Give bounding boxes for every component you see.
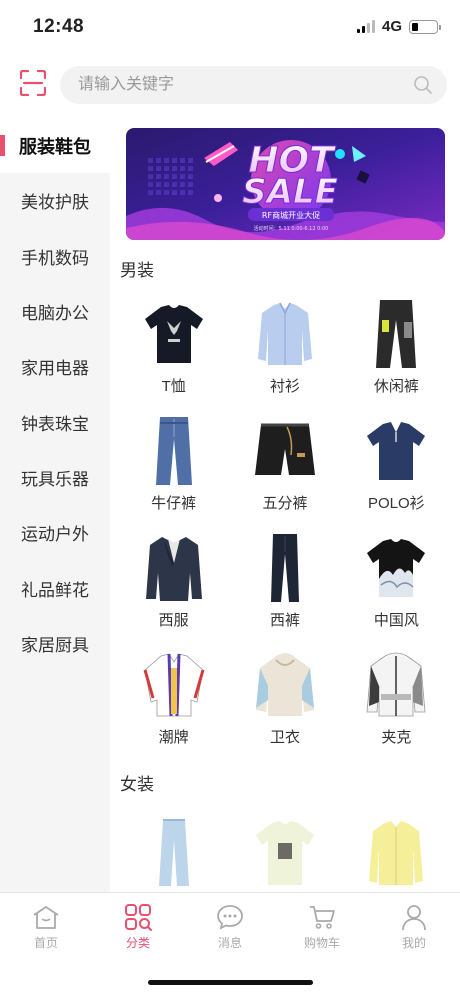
shirt-icon xyxy=(248,298,322,370)
sidebar-item-computers-office[interactable]: 电脑办公 xyxy=(0,284,110,339)
sidebar-item-label: 手机数码 xyxy=(21,248,89,268)
sidebar-item-clothing-bags[interactable]: 服装鞋包 xyxy=(0,118,110,174)
category-item-label: 卫衣 xyxy=(269,729,300,746)
category-item-label: 衬衫 xyxy=(269,378,300,395)
promo-banner[interactable]: HOT SALE RF商城开业大促 活动时间：5.11 0:00-6.12 0:… xyxy=(126,128,445,240)
category-item-shorts[interactable]: 五分裤 xyxy=(229,415,340,518)
network-label: 4G xyxy=(381,18,402,35)
jeans-icon xyxy=(137,415,211,487)
category-item-label: 中国风 xyxy=(373,612,419,629)
sidebar-item-label: 礼品鲜花 xyxy=(21,580,89,600)
tab-label: 首页 xyxy=(33,936,58,950)
section-title-men: 男装 xyxy=(120,261,154,280)
banner-date: 活动时间：5.11 0:00-6.12 0:00 xyxy=(254,225,329,232)
category-item-women-shirt[interactable] xyxy=(341,814,452,892)
search-icon[interactable] xyxy=(413,75,433,95)
category-item-polo[interactable]: POLO衫 xyxy=(341,415,452,518)
sidebar-item-label: 运动户外 xyxy=(21,525,89,545)
women-category-grid xyxy=(118,814,452,892)
search-header xyxy=(0,60,460,110)
profile-icon xyxy=(402,905,426,931)
section-title-women: 女装 xyxy=(120,775,154,794)
category-item-shirt[interactable]: 衬衫 xyxy=(229,298,340,401)
category-item-label: 西裤 xyxy=(269,612,300,629)
suit-icon xyxy=(137,532,211,604)
scan-icon[interactable] xyxy=(20,70,46,96)
trendy-jacket-icon xyxy=(137,649,211,721)
cart-icon xyxy=(310,906,335,929)
women-shirt-icon xyxy=(359,814,433,886)
battery-icon xyxy=(409,19,441,34)
banner-subtitle: RF商城开业大促 xyxy=(262,210,320,220)
hot-sale-banner-graphic: HOT SALE RF商城开业大促 活动时间：5.11 0:00-6.12 0:… xyxy=(126,128,445,240)
category-item-trendy-brand[interactable]: 潮牌 xyxy=(118,649,229,752)
category-item-tshirt[interactable]: T恤 xyxy=(118,298,229,401)
status-bar: 12:48 4G xyxy=(0,0,460,56)
polo-icon xyxy=(359,415,433,487)
women-jeans-icon xyxy=(137,814,211,886)
category-item-label: 休闲裤 xyxy=(373,378,419,395)
shorts-icon xyxy=(248,415,322,487)
category-item-women-jeans[interactable] xyxy=(118,814,229,892)
signal-icon xyxy=(356,20,375,33)
home-icon xyxy=(33,906,59,929)
sidebar-item-toys-instruments[interactable]: 玩具乐器 xyxy=(0,450,110,505)
category-item-label: 牛仔裤 xyxy=(151,495,197,512)
women-tee-icon xyxy=(248,814,322,886)
trousers-icon xyxy=(248,532,322,604)
tab-profile[interactable]: 我的 xyxy=(368,893,460,996)
casual-pants-icon xyxy=(359,298,433,370)
category-item-label: 潮牌 xyxy=(158,729,189,746)
sidebar-item-label: 美妆护肤 xyxy=(21,193,89,213)
sidebar-item-watches-jewelry[interactable]: 钟表珠宝 xyxy=(0,394,110,449)
hoodie-icon xyxy=(248,649,322,721)
category-item-label: 五分裤 xyxy=(262,495,308,512)
sidebar-item-label: 钟表珠宝 xyxy=(21,414,89,434)
sidebar-item-phones-digital[interactable]: 手机数码 xyxy=(0,229,110,284)
category-sidebar: 服装鞋包 美妆护肤 手机数码 电脑办公 家用电器 钟表珠宝 玩具乐器 运动户外 … xyxy=(0,118,110,892)
sidebar-item-home-kitchen[interactable]: 家居厨具 xyxy=(0,616,110,671)
chinese-style-tee-icon xyxy=(359,532,433,604)
tab-label: 我的 xyxy=(401,936,426,950)
category-icon xyxy=(125,904,152,931)
category-item-casual-pants[interactable]: 休闲裤 xyxy=(341,298,452,401)
tab-home[interactable]: 首页 xyxy=(0,893,92,996)
category-item-label: 夹克 xyxy=(381,729,412,746)
men-category-grid: T恤 衬衫 休闲裤 牛仔裤 五分裤 POLO衫 西服 西裤 中国风 潮牌 卫衣 … xyxy=(118,298,452,752)
category-item-hoodie[interactable]: 卫衣 xyxy=(229,649,340,752)
category-item-chinese-style[interactable]: 中国风 xyxy=(341,532,452,635)
search-bar[interactable] xyxy=(60,66,447,104)
sidebar-item-sports-outdoor[interactable]: 运动户外 xyxy=(0,505,110,560)
sidebar-item-label: 玩具乐器 xyxy=(21,469,89,489)
status-right: 4G xyxy=(356,18,441,35)
tab-label: 消息 xyxy=(217,936,242,950)
jacket-icon xyxy=(359,649,433,721)
category-item-jeans[interactable]: 牛仔裤 xyxy=(118,415,229,518)
search-input[interactable] xyxy=(60,66,380,104)
category-content: HOT SALE RF商城开业大促 活动时间：5.11 0:00-6.12 0:… xyxy=(110,118,460,892)
tab-label: 分类 xyxy=(125,936,150,950)
category-item-label: POLO衫 xyxy=(367,495,425,512)
banner-sale-text: SALE xyxy=(242,172,338,212)
category-item-label: 西服 xyxy=(158,612,189,629)
sidebar-item-beauty[interactable]: 美妆护肤 xyxy=(0,173,110,228)
sidebar-item-label: 家用电器 xyxy=(21,359,89,379)
tab-label: 购物车 xyxy=(303,936,340,950)
sidebar-item-label: 家居厨具 xyxy=(21,635,89,655)
home-indicator xyxy=(148,980,313,985)
message-icon xyxy=(217,905,243,930)
sidebar-item-appliances[interactable]: 家用电器 xyxy=(0,339,110,394)
category-item-trousers[interactable]: 西裤 xyxy=(229,532,340,635)
status-time: 12:48 xyxy=(33,16,85,37)
sidebar-item-gifts-flowers[interactable]: 礼品鲜花 xyxy=(0,560,110,615)
sidebar-item-label: 服装鞋包 xyxy=(19,136,91,157)
tshirt-icon xyxy=(137,298,211,370)
category-item-jacket[interactable]: 夹克 xyxy=(341,649,452,752)
category-item-suit[interactable]: 西服 xyxy=(118,532,229,635)
category-item-label: T恤 xyxy=(161,378,186,395)
sidebar-item-label: 电脑办公 xyxy=(21,304,89,324)
category-item-women-tee[interactable] xyxy=(229,814,340,892)
